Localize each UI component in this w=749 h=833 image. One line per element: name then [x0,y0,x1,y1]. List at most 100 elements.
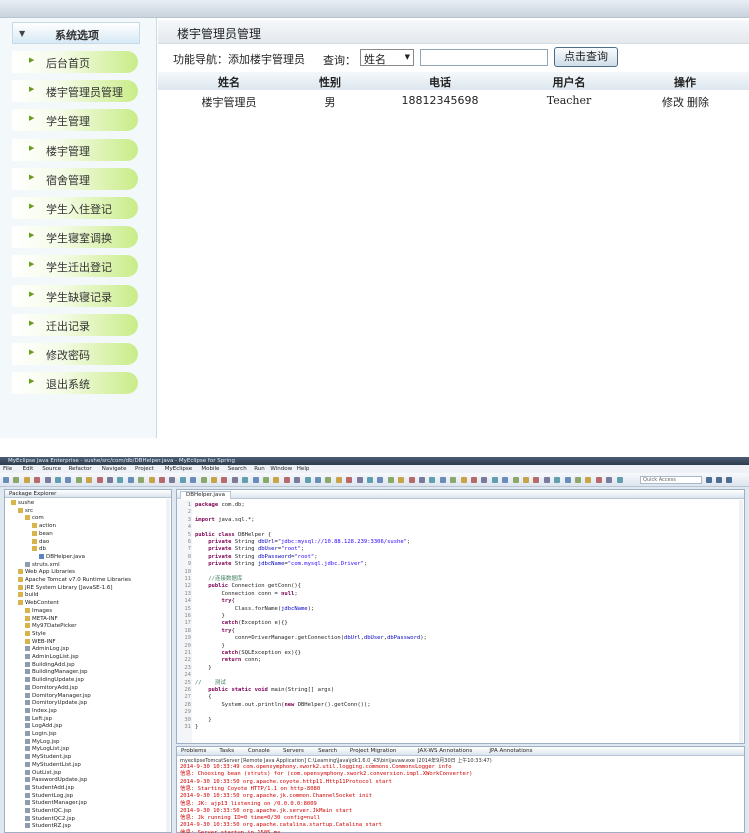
sidebar-item-3[interactable]: ▶ 楼宇管理 [12,138,138,161]
sidebar-item-11[interactable]: ▶ 退出系统 [12,372,138,395]
toolbar-icon[interactable] [408,477,415,483]
sidebar-item-4[interactable]: ▶ 宿舍管理 [12,167,138,190]
ide-menu-item[interactable]: Navigate [102,465,127,473]
toolbar-icon[interactable] [356,477,363,483]
toolbar-icon[interactable] [190,477,197,483]
toolbar-icon[interactable] [23,477,30,483]
ide-menu-item[interactable]: Mobile [201,465,219,473]
toolbar-icon[interactable] [252,477,259,483]
toolbar-icon[interactable] [439,477,446,483]
toolbar-icon[interactable] [346,477,353,483]
toolbar-icon[interactable] [616,477,623,483]
quick-access-input[interactable]: Quick Access [640,476,702,484]
edit-link[interactable]: 修改 [662,94,684,110]
toolbar-icon[interactable] [595,477,602,483]
sidebar-item-9[interactable]: ▶ 迁出记录 [12,313,138,336]
ide-menu-item[interactable]: Search [228,465,247,473]
editor-scrollbar[interactable] [739,500,743,743]
ide-menu-item[interactable]: Run [254,465,265,473]
ide-menu-item[interactable]: Help [297,465,310,473]
toolbar-icon[interactable] [169,477,176,483]
tree-node[interactable]: bean [32,530,53,538]
tree-node[interactable]: DBHelper.java [39,553,85,561]
tree-node[interactable]: db [32,546,46,553]
toolbar-icon[interactable] [34,477,41,483]
toolbar-icon[interactable] [138,477,145,483]
tree-node[interactable]: WEB-INF [25,638,56,646]
add-admin-link[interactable]: 添加楼宇管理员 [228,51,305,67]
toolbar-icon[interactable] [3,477,9,483]
tree-node[interactable]: MyLog.jsp [25,738,59,746]
tree-node[interactable]: com [25,515,44,522]
console-tab[interactable]: JPA Annotations [489,748,532,755]
toolbar-icon[interactable] [13,477,20,483]
toolbar-icon[interactable] [502,477,509,483]
ide-menu-item[interactable]: Refactor [69,465,92,473]
toolbar-icon[interactable] [283,477,290,483]
toolbar-icon[interactable] [200,477,207,483]
toolbar-icon[interactable] [148,477,155,483]
toolbar-icon[interactable] [491,477,498,483]
toolbar-icon[interactable] [86,477,93,483]
toolbar-icon[interactable] [523,477,529,483]
tree-node[interactable]: WebContent [18,600,59,607]
perspective-icon[interactable] [726,477,732,483]
console-tab[interactable]: Tasks [219,748,234,755]
tree-node[interactable]: action [32,523,56,530]
toolbar-icon[interactable] [159,477,165,483]
package-explorer-scrollbar[interactable] [166,499,170,832]
tree-node[interactable]: LogAdd.jsp [25,723,62,730]
toolbar-icon[interactable] [55,477,61,483]
tree-node[interactable]: BuildingAdd.jsp [25,661,75,669]
tree-node[interactable]: MyStudentList.jsp [25,761,81,769]
console-tab[interactable]: Problems [181,748,206,755]
tree-node[interactable]: PasswordUpdate.jsp [25,777,87,784]
console-tab[interactable]: Servers [283,748,304,755]
tree-node[interactable]: MyStudent.jsp [25,754,71,761]
tree-node[interactable]: My97DatePicker [25,623,77,630]
tree-node[interactable]: JRE System Library [JavaSE-1.6] [18,584,113,592]
delete-link[interactable]: 删除 [687,94,709,110]
tree-node[interactable]: AdminLogList.jsp [25,654,79,661]
ide-menu-item[interactable]: Window [270,465,292,473]
tree-node[interactable]: DomitoryManager.jsp [25,692,91,700]
toolbar-icon[interactable] [242,477,249,483]
ide-menu-item[interactable]: Project [135,465,154,473]
toolbar-icon[interactable] [44,477,51,483]
toolbar-icon[interactable] [367,477,373,483]
tree-node[interactable]: DomitoryUpdate.jsp [25,700,87,707]
tree-node[interactable]: Apache Tomcat v7.0 Runtime Libraries [18,577,131,584]
sidebar-item-8[interactable]: ▶ 学生缺寝记录 [12,284,138,307]
ide-menu-item[interactable]: Edit [23,465,34,473]
tree-node[interactable]: Style [25,630,46,638]
tree-node[interactable]: DomitoryAdd.jsp [25,684,78,692]
toolbar-icon[interactable] [117,477,124,483]
tree-node[interactable]: StudentRZ.jsp [25,823,71,830]
query-button[interactable]: 点击查询 [554,47,618,67]
toolbar-icon[interactable] [304,477,311,483]
tree-node[interactable]: StudentAdd.jsp [25,784,74,792]
console-tab[interactable]: Console [248,748,270,755]
toolbar-icon[interactable] [429,477,436,483]
sidebar-item-7[interactable]: ▶ 学生迁出登记 [12,255,138,278]
perspective-icon[interactable] [706,477,712,483]
console-tab[interactable]: Project Migration [350,748,397,755]
toolbar-icon[interactable] [263,477,269,483]
tree-node[interactable]: MyLogList.jsp [25,746,69,753]
query-input[interactable] [420,49,548,66]
package-explorer-tab[interactable]: Package Explorer [5,490,171,498]
tree-node[interactable]: build [18,592,39,599]
tree-node[interactable]: StudentManager.jsp [25,800,87,807]
tree-node[interactable]: Left.jsp [25,715,52,723]
sidebar-item-1[interactable]: ▶ 楼宇管理员管理 [12,80,138,103]
toolbar-icon[interactable] [543,477,550,483]
tree-node[interactable]: Login.jsp [25,731,56,738]
ide-menu-item[interactable]: MyEclipse [165,465,192,473]
toolbar-icon[interactable] [221,477,228,483]
editor-tab-dbhelper[interactable]: DBHelper.java [180,491,231,499]
toolbar-icon[interactable] [606,477,613,483]
sidebar-item-2[interactable]: ▶ 学生管理 [12,109,138,132]
tree-node[interactable]: META-INF [25,615,58,623]
toolbar-icon[interactable] [575,477,581,483]
tree-node[interactable]: OutList.jsp [25,769,61,777]
